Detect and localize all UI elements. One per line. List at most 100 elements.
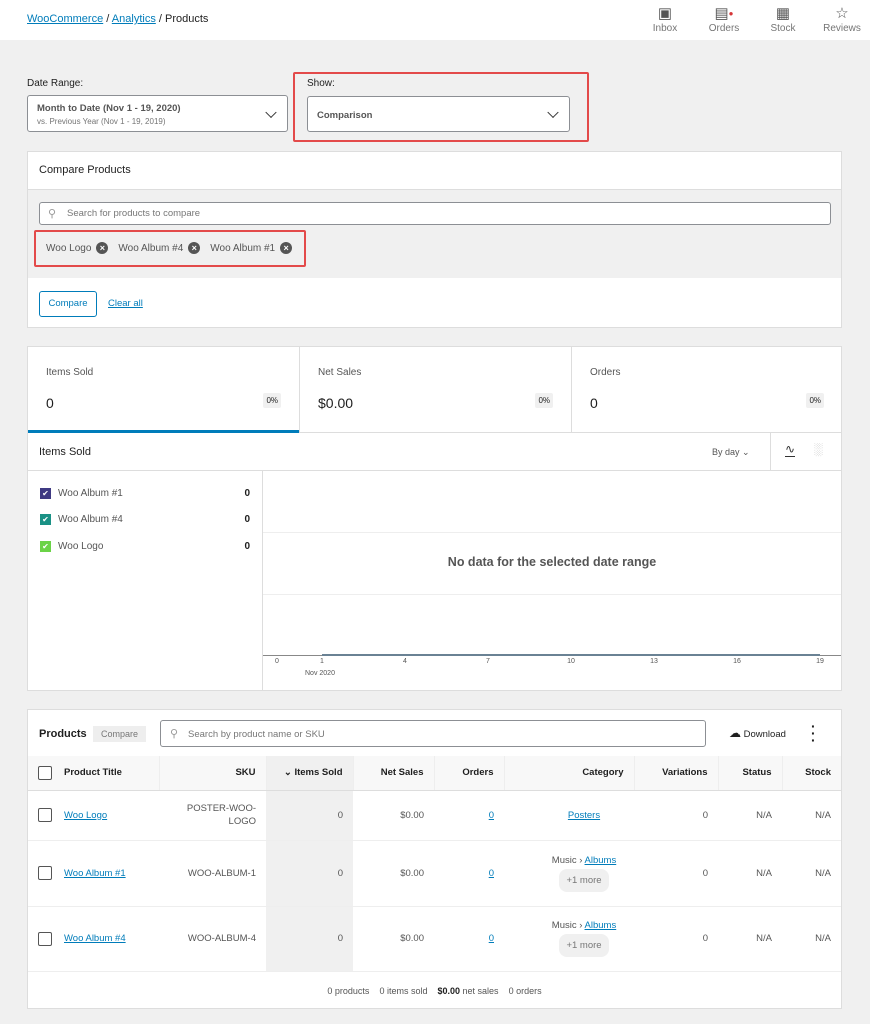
summary-net-label: net sales	[460, 986, 499, 996]
summary-title: Items Sold	[46, 367, 94, 378]
chart-title: Items Sold	[39, 446, 91, 458]
x-tick-label: 7	[486, 658, 490, 665]
status: N/A	[718, 790, 782, 841]
compare-button[interactable]: Compare	[39, 291, 97, 317]
checkbox-checked-icon[interactable]: ✔	[40, 514, 51, 525]
search-icon: ⚲	[170, 728, 179, 740]
date-range-select[interactable]: Month to Date (Nov 1 - 19, 2020) vs. Pre…	[27, 95, 288, 132]
inbox-button[interactable]: ▣ Inbox	[640, 5, 690, 34]
column-items-sold[interactable]: ⌄ Items Sold	[266, 756, 354, 791]
remove-chip-icon[interactable]: ×	[96, 242, 109, 254]
row-checkbox[interactable]	[38, 866, 52, 880]
select-all-checkbox[interactable]	[38, 765, 52, 780]
legend-item[interactable]: ✔ Woo Logo 0	[40, 541, 250, 552]
column-category[interactable]: Category	[504, 756, 635, 791]
category-link[interactable]: Albums	[585, 855, 617, 866]
legend-value: 0	[244, 514, 250, 525]
show-select[interactable]: Comparison	[307, 96, 570, 132]
stock: N/A	[782, 906, 841, 972]
sort-desc-icon: ⌄	[283, 767, 292, 779]
breadcrumb-woocommerce[interactable]: WooCommerce	[27, 13, 103, 25]
table-compare-button[interactable]: Compare	[93, 726, 147, 742]
download-button[interactable]: ☁ Download	[729, 726, 786, 740]
column-stock[interactable]: Stock	[782, 756, 841, 791]
x-axis-month: Nov 2020	[305, 670, 335, 677]
table-row: Woo Album #1 WOO-ALBUM-1 0 $0.00 0 Music…	[28, 840, 841, 907]
remove-chip-icon[interactable]: ×	[280, 242, 293, 254]
compare-search-input[interactable]: ⚲ Search for products to compare	[39, 202, 831, 225]
breadcrumb: WooCommerce / Analytics / Products	[27, 13, 208, 25]
legend-item[interactable]: ✔ Woo Album #1 0	[40, 488, 250, 499]
stock-button[interactable]: ▦ Stock	[758, 5, 808, 34]
breadcrumb-analytics[interactable]: Analytics	[112, 13, 156, 25]
clear-all-link[interactable]: Clear all	[108, 298, 143, 309]
row-checkbox[interactable]	[38, 931, 52, 946]
status: N/A	[718, 906, 782, 972]
orders-icon: ▤●	[714, 5, 734, 22]
column-status[interactable]: Status	[718, 756, 783, 791]
summary-title: Net Sales	[318, 367, 362, 378]
stock-label: Stock	[770, 23, 796, 34]
gridline	[263, 594, 841, 595]
column-product-title[interactable]: Product Title	[62, 756, 160, 791]
orders-link[interactable]: 0	[489, 810, 494, 821]
product-link[interactable]: Woo Album #4	[64, 933, 126, 944]
more-options-icon[interactable]: · · ·	[811, 719, 816, 747]
orders-button[interactable]: ▤● Orders	[699, 5, 749, 34]
column-variations[interactable]: Variations	[634, 756, 719, 791]
category-link[interactable]: Posters	[568, 810, 600, 821]
variations: 0	[634, 906, 718, 972]
summary-delta: 0%	[263, 393, 281, 408]
breadcrumb-separator: /	[106, 13, 110, 25]
summary-delta: 0%	[535, 393, 553, 408]
remove-chip-icon[interactable]: ×	[188, 242, 201, 254]
summary-net-value: $0.00	[437, 986, 461, 996]
product-link[interactable]: Woo Album #1	[64, 868, 126, 879]
variations: 0	[634, 790, 718, 841]
show-label: Show:	[307, 78, 335, 89]
chip-woo-logo: Woo Logo ×	[46, 242, 109, 254]
x-tick-label: 10	[567, 658, 575, 665]
summary-value: 0	[46, 395, 54, 411]
summary-delta: 0%	[806, 393, 824, 408]
more-categories-button[interactable]: +1 more	[559, 868, 609, 892]
chip-label: Woo Logo	[46, 242, 92, 254]
line-chart-icon[interactable]: ∿	[785, 442, 796, 457]
summary-net-sales[interactable]: Net Sales $0.00 0%	[299, 347, 571, 433]
inbox-label: Inbox	[652, 23, 678, 34]
chip-woo-album-4: Woo Album #4 ×	[118, 242, 201, 254]
sku: WOO-ALBUM-4	[159, 906, 266, 972]
bar-chart-icon[interactable]: ░	[814, 442, 823, 456]
reviews-button[interactable]: ☆ Reviews	[817, 5, 867, 34]
table-search-input[interactable]: ⚲ Search by product name or SKU	[160, 720, 706, 747]
breadcrumb-separator: /	[158, 13, 162, 25]
orders-link[interactable]: 0	[489, 933, 494, 944]
summary-orders[interactable]: Orders 0 0%	[571, 347, 842, 433]
chevron-down-icon	[265, 106, 277, 118]
legend-item[interactable]: ✔ Woo Album #4 0	[40, 514, 250, 525]
row-checkbox[interactable]	[38, 808, 52, 822]
net-sales: $0.00	[353, 790, 434, 841]
checkbox-checked-icon[interactable]: ✔	[40, 541, 51, 552]
summary-value: 0	[590, 395, 598, 411]
summary-value: $0.00	[318, 395, 354, 411]
more-categories-button[interactable]: +1 more	[559, 934, 609, 957]
stock: N/A	[782, 840, 841, 907]
star-icon: ☆	[835, 5, 849, 22]
column-orders[interactable]: Orders	[434, 756, 505, 791]
inbox-icon: ▣	[657, 5, 673, 22]
interval-select[interactable]: By day ⌄	[712, 447, 750, 458]
product-link[interactable]: Woo Logo	[64, 810, 107, 821]
category-link[interactable]: Albums	[585, 920, 617, 931]
column-sku[interactable]: SKU	[159, 756, 267, 791]
summary-items-sold[interactable]: Items Sold 0 0%	[28, 347, 299, 433]
checkbox-checked-icon[interactable]: ✔	[40, 488, 51, 499]
x-tick-label: 4	[403, 658, 407, 665]
search-placeholder: Search for products to compare	[67, 208, 201, 219]
orders-link[interactable]: 0	[489, 868, 494, 879]
date-range-label: Date Range:	[27, 78, 84, 89]
column-net-sales[interactable]: Net Sales	[353, 756, 435, 791]
search-placeholder: Search by product name or SKU	[188, 729, 325, 740]
chevron-down-icon	[547, 106, 559, 119]
status: N/A	[718, 840, 782, 907]
